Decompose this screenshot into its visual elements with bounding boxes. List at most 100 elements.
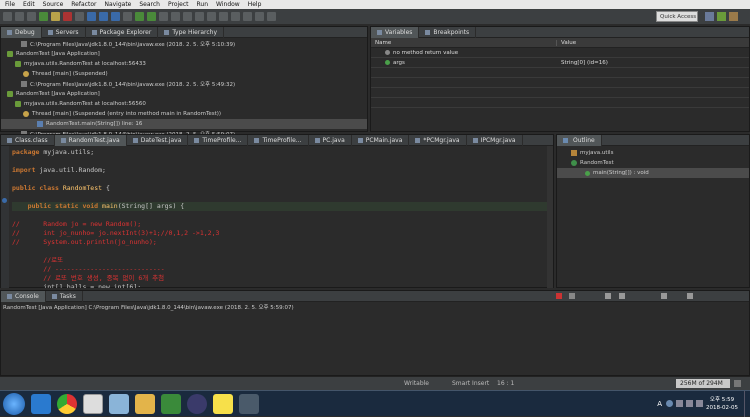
perspective-debug-icon[interactable] bbox=[717, 12, 726, 21]
open-console-icon[interactable] bbox=[687, 293, 693, 299]
new-class-icon[interactable] bbox=[195, 12, 204, 21]
editor-tab-4[interactable]: TimeProfile... bbox=[248, 134, 309, 146]
menu-source[interactable]: Source bbox=[40, 1, 67, 8]
debug-tab-2[interactable]: Package Explorer bbox=[86, 26, 159, 38]
step-into-icon[interactable] bbox=[87, 12, 96, 21]
editor-tab-1[interactable]: RandomTest.java bbox=[54, 134, 127, 146]
tray-flag-icon[interactable] bbox=[696, 400, 704, 407]
menu-navigate[interactable]: Navigate bbox=[101, 1, 134, 8]
menu-project[interactable]: Project bbox=[165, 1, 192, 8]
column-header-value[interactable]: Value bbox=[557, 40, 576, 46]
tree-item[interactable]: Thread [main] (Suspended (entry into met… bbox=[1, 109, 367, 119]
print-icon[interactable] bbox=[27, 12, 36, 21]
debug-tab-1[interactable]: Servers bbox=[42, 26, 86, 38]
step-over-icon[interactable] bbox=[99, 12, 108, 21]
variables-tab-1[interactable]: Breakpoints bbox=[419, 26, 477, 38]
eclipse-icon[interactable] bbox=[187, 393, 207, 414]
new-java-project-icon[interactable] bbox=[171, 12, 180, 21]
editor-tab-2[interactable]: DateTest.java bbox=[127, 134, 189, 146]
editor-tab-0[interactable]: Class.class bbox=[1, 134, 55, 146]
tree-item[interactable]: RandomTest [Java Application] bbox=[1, 49, 367, 59]
clear-console-icon[interactable] bbox=[605, 293, 611, 299]
tree-item[interactable]: C:\Program Files\Java\jdk1.8.0_144\bin\j… bbox=[1, 39, 367, 49]
perspective-java-icon[interactable] bbox=[705, 12, 714, 21]
tree-item[interactable]: myjava.utils bbox=[557, 148, 749, 158]
back-icon[interactable] bbox=[255, 12, 264, 21]
tab-outline[interactable]: Outline bbox=[557, 134, 602, 146]
scroll-lock-icon[interactable] bbox=[619, 293, 625, 299]
ie-icon[interactable] bbox=[31, 393, 51, 414]
disconnect-icon[interactable] bbox=[75, 12, 84, 21]
menu-help[interactable]: Help bbox=[245, 1, 265, 8]
debug-tab-3[interactable]: Type Hierarchy bbox=[158, 26, 225, 38]
variables-tab-0[interactable]: Variables bbox=[371, 26, 420, 38]
tree-item[interactable]: RandomTest.main(String[]) line: 16 bbox=[1, 119, 367, 129]
show-desktop-button[interactable] bbox=[744, 390, 750, 417]
quick-access-input[interactable]: Quick Access bbox=[656, 11, 698, 22]
editor-tab-7[interactable]: *PCMgr.java bbox=[409, 134, 467, 146]
editor-tab-5[interactable]: PC.java bbox=[309, 134, 352, 146]
editor-scrollbar[interactable] bbox=[547, 146, 553, 288]
console-tab-0[interactable]: Console bbox=[1, 290, 46, 302]
suspend-icon[interactable] bbox=[51, 12, 60, 21]
tree-item[interactable]: myjava.utils.RandomTest at localhost:564… bbox=[1, 59, 367, 69]
prev-annotation-icon[interactable] bbox=[243, 12, 252, 21]
menu-refactor[interactable]: Refactor bbox=[68, 1, 99, 8]
save-icon[interactable] bbox=[15, 12, 24, 21]
tree-item[interactable]: RandomTest bbox=[557, 158, 749, 168]
tray-clock[interactable]: 오후 5:59 2018-02-05 bbox=[706, 396, 738, 412]
tree-item[interactable]: C:\Program Files\Java\jdk1.8.0_144\bin\j… bbox=[1, 79, 367, 89]
menu-run[interactable]: Run bbox=[194, 1, 212, 8]
tree-item[interactable]: RandomTest [Java Application] bbox=[1, 89, 367, 99]
tree-item[interactable]: Thread [main] (Suspended) bbox=[1, 69, 367, 79]
resume-icon[interactable] bbox=[39, 12, 48, 21]
menu-window[interactable]: Window bbox=[213, 1, 243, 8]
code-area[interactable]: package myjava.utils; import java.util.R… bbox=[9, 146, 547, 288]
tree-item[interactable]: main(String[]) : void bbox=[557, 168, 749, 178]
console-tab-1[interactable]: Tasks bbox=[46, 290, 83, 302]
tree-item[interactable]: myjava.utils.RandomTest at localhost:565… bbox=[1, 99, 367, 109]
next-annotation-icon[interactable] bbox=[231, 12, 240, 21]
menu-edit[interactable]: Edit bbox=[20, 1, 38, 8]
variable-row[interactable]: no method return value bbox=[371, 48, 749, 58]
column-header-name[interactable]: Name bbox=[371, 39, 557, 46]
garbage-collect-icon[interactable] bbox=[734, 380, 741, 387]
tray-volume-icon[interactable] bbox=[686, 400, 694, 407]
console-output[interactable]: RandomTest [Java Application] C:\Program… bbox=[1, 302, 749, 312]
start-button[interactable] bbox=[3, 392, 25, 415]
breakpoint-icon[interactable] bbox=[2, 198, 7, 203]
new-package-icon[interactable] bbox=[183, 12, 192, 21]
debug-tab-0[interactable]: Debug bbox=[1, 26, 42, 38]
media-player-icon[interactable] bbox=[161, 393, 181, 414]
menu-search[interactable]: Search bbox=[136, 1, 163, 8]
variable-row[interactable]: args String[0] (id=16) bbox=[371, 58, 749, 68]
editor-tab-3[interactable]: TimeProfile... bbox=[188, 134, 249, 146]
debug-run-icon[interactable] bbox=[135, 12, 144, 21]
editor-tab-8[interactable]: IPCMgr.java bbox=[467, 134, 523, 146]
editor-gutter[interactable] bbox=[1, 146, 9, 288]
terminate-console-icon[interactable] bbox=[556, 293, 562, 299]
notepad-icon[interactable] bbox=[109, 393, 129, 414]
tray-help-icon[interactable] bbox=[666, 400, 674, 407]
open-type-icon[interactable] bbox=[207, 12, 216, 21]
menu-file[interactable]: File bbox=[2, 1, 18, 8]
chrome-icon[interactable] bbox=[57, 393, 77, 414]
perspective-jee-icon[interactable] bbox=[729, 12, 738, 21]
remove-launch-icon[interactable] bbox=[569, 293, 575, 299]
editor-tab-6[interactable]: PCMain.java bbox=[352, 134, 410, 146]
external-tools-icon[interactable] bbox=[159, 12, 168, 21]
file-explorer-icon[interactable] bbox=[135, 393, 155, 414]
step-return-icon[interactable] bbox=[111, 12, 120, 21]
pin-console-icon[interactable] bbox=[661, 293, 667, 299]
heap-status[interactable]: 256M of 294M bbox=[676, 379, 730, 388]
forward-icon[interactable] bbox=[267, 12, 276, 21]
tray-network-icon[interactable] bbox=[676, 400, 684, 407]
ime-language-indicator[interactable]: A bbox=[657, 400, 662, 408]
terminal-icon[interactable] bbox=[239, 393, 259, 414]
paint-icon[interactable] bbox=[83, 393, 103, 414]
search-icon[interactable] bbox=[219, 12, 228, 21]
new-icon[interactable] bbox=[3, 12, 12, 21]
terminate-icon[interactable] bbox=[63, 12, 72, 21]
drop-to-frame-icon[interactable] bbox=[123, 12, 132, 21]
kakaotalk-icon[interactable] bbox=[213, 393, 233, 414]
